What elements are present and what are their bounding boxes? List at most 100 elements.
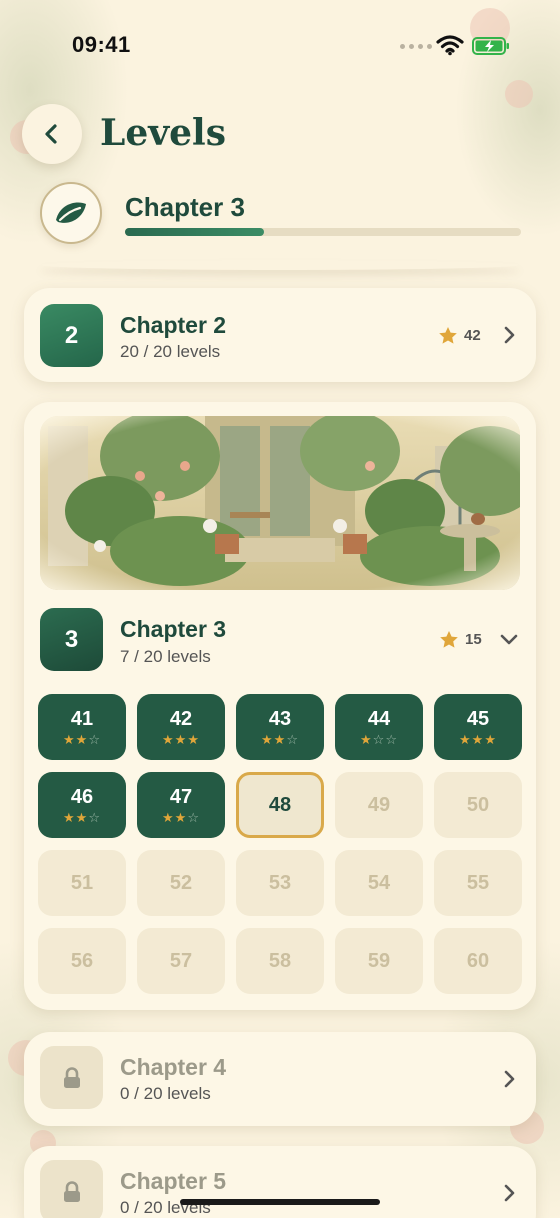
chapter-number-badge: 2 [40, 304, 103, 367]
level-tile-46[interactable]: 46 ★★☆ [38, 772, 126, 838]
level-number: 59 [367, 949, 391, 972]
level-number: 56 [70, 949, 94, 972]
level-tile-53: 53 [236, 850, 324, 916]
battery-charging-icon [472, 37, 509, 55]
star-filled-icon: ★ [174, 810, 188, 825]
level-number: 53 [268, 871, 292, 894]
chapter-stars-count: 42 [464, 327, 481, 344]
star-empty-icon: ☆ [385, 732, 398, 747]
star-filled-icon: ★ [63, 810, 76, 825]
level-number: 41 [70, 708, 94, 730]
level-tile-56: 56 [38, 928, 126, 994]
level-number: 54 [367, 871, 391, 894]
star-filled-icon: ★ [162, 810, 175, 825]
chapter-title: Chapter 5 [120, 1168, 227, 1194]
level-tile-58: 58 [236, 928, 324, 994]
level-number: 52 [169, 871, 193, 894]
chapter-stars-count: 15 [465, 631, 482, 648]
chapter-stars: 15 [439, 630, 482, 649]
chapter-title: Chapter 2 [120, 312, 227, 338]
level-tile-57: 57 [137, 928, 225, 994]
star-filled-icon: ★ [162, 732, 175, 747]
star-empty-icon: ☆ [372, 732, 386, 747]
level-stars: ★★☆ [162, 811, 200, 824]
level-number: 42 [169, 708, 193, 730]
star-empty-icon: ☆ [187, 810, 200, 825]
status-bar: 09:41 [0, 0, 560, 90]
chapter-progress-fill [125, 228, 264, 236]
chapter-banner-image [40, 416, 520, 590]
page-title: Levels [100, 112, 226, 154]
level-tile-41[interactable]: 41 ★★☆ [38, 694, 126, 760]
level-number: 43 [268, 708, 292, 730]
star-filled-icon: ★ [75, 810, 89, 825]
wifi-icon [436, 35, 464, 56]
star-filled-icon: ★ [174, 732, 188, 747]
star-filled-icon: ★ [187, 732, 200, 747]
chapter-card-3: 3 Chapter 3 7 / 20 levels 15 41 ★★☆ 42 ★★★ 4… [24, 402, 536, 1010]
chapter-number-badge: 3 [40, 608, 103, 671]
chapter-card-4[interactable]: Chapter 4 0 / 20 levels [24, 1032, 536, 1126]
chevron-right-icon [504, 1184, 515, 1202]
level-stars: ★★☆ [63, 811, 101, 824]
chapter-card-2[interactable]: 2 Chapter 2 20 / 20 levels 42 [24, 288, 536, 382]
chapter-title: Chapter 4 [120, 1054, 227, 1080]
header-divider [40, 260, 520, 270]
level-grid: 41 ★★☆ 42 ★★★ 43 ★★☆ 44 ★☆☆ 45 ★★★ 46 ★★☆ 47 ★★☆ 48 49 5… [38, 694, 522, 994]
star-filled-icon: ★ [273, 732, 287, 747]
level-number: 47 [169, 786, 193, 808]
chapter-card-5[interactable]: Chapter 5 0 / 20 levels [24, 1146, 536, 1218]
star-empty-icon: ☆ [286, 732, 299, 747]
star-filled-icon: ★ [459, 732, 472, 747]
level-tile-52: 52 [137, 850, 225, 916]
lock-icon [63, 1180, 80, 1202]
level-tile-49: 49 [335, 772, 423, 838]
level-tile-55: 55 [434, 850, 522, 916]
level-tile-51: 51 [38, 850, 126, 916]
chevron-right-icon [504, 326, 515, 344]
level-tile-47[interactable]: 47 ★★☆ [137, 772, 225, 838]
home-indicator[interactable] [180, 1199, 380, 1205]
star-filled-icon: ★ [360, 732, 373, 747]
chapter-progress-text: 7 / 20 levels [120, 647, 211, 666]
level-stars: ★★☆ [63, 733, 101, 746]
level-tile-60: 60 [434, 928, 522, 994]
star-icon [439, 327, 457, 344]
level-tile-50: 50 [434, 772, 522, 838]
chapter-progress-text: 0 / 20 levels [120, 1084, 211, 1103]
leaf-icon [56, 202, 86, 223]
level-number: 58 [268, 949, 292, 972]
level-stars: ★☆☆ [360, 733, 398, 746]
star-empty-icon: ☆ [88, 732, 101, 747]
level-number: 51 [70, 871, 94, 894]
level-number: 55 [466, 871, 490, 894]
locked-chapter-badge [40, 1046, 103, 1109]
level-number: 49 [367, 793, 391, 816]
level-tile-54: 54 [335, 850, 423, 916]
level-tile-45[interactable]: 45 ★★★ [434, 694, 522, 760]
level-stars: ★★★ [162, 733, 200, 746]
current-chapter-badge [40, 182, 102, 244]
lock-icon [63, 1066, 80, 1088]
star-empty-icon: ☆ [88, 810, 101, 825]
chevron-down-icon[interactable] [500, 634, 518, 646]
level-tile-59: 59 [335, 928, 423, 994]
chapter-progress-text: 20 / 20 levels [120, 342, 221, 361]
level-tile-42[interactable]: 42 ★★★ [137, 694, 225, 760]
chevron-right-icon [504, 1070, 515, 1088]
level-tile-44[interactable]: 44 ★☆☆ [335, 694, 423, 760]
star-filled-icon: ★ [261, 732, 274, 747]
level-number: 48 [268, 793, 292, 816]
level-tile-48[interactable]: 48 [236, 772, 324, 838]
locked-chapter-badge [40, 1160, 103, 1218]
level-number: 45 [466, 708, 490, 730]
back-button[interactable] [22, 104, 82, 164]
level-tile-43[interactable]: 43 ★★☆ [236, 694, 324, 760]
chevron-left-icon [45, 124, 57, 144]
chapter-progress-bar [125, 228, 521, 236]
level-stars: ★★☆ [261, 733, 299, 746]
level-number: 57 [169, 949, 193, 972]
star-filled-icon: ★ [484, 732, 497, 747]
status-time: 09:41 [72, 32, 131, 57]
star-filled-icon: ★ [75, 732, 89, 747]
